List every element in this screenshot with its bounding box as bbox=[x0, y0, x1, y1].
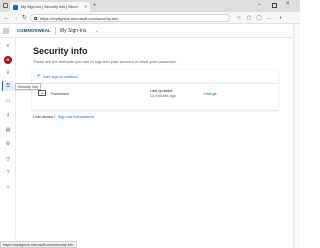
status-bar-url: https://mysignins.microsoft.com/security… bbox=[0, 241, 77, 248]
lost-device-question: Lost device? bbox=[33, 114, 56, 119]
menu-icon[interactable]: ≡ bbox=[5, 43, 11, 49]
help-icon[interactable]: ? bbox=[5, 170, 11, 176]
window-close-icon[interactable]: × bbox=[286, 1, 290, 7]
app-name[interactable]: My Sign-Ins bbox=[60, 28, 86, 34]
profile-icon[interactable]: ◯ bbox=[256, 15, 262, 21]
card-divider bbox=[32, 83, 278, 84]
header-divider bbox=[55, 27, 56, 35]
add-method-label: Add sign-in method bbox=[43, 74, 78, 80]
feedback-icon[interactable]: ☺ bbox=[5, 184, 11, 190]
tab-close-icon[interactable]: × bbox=[84, 4, 87, 10]
maximize-icon[interactable] bbox=[272, 3, 277, 8]
organizations-icon[interactable]: ▤ bbox=[5, 127, 11, 133]
app-launcher-icon[interactable] bbox=[3, 28, 9, 34]
recent-activity-icon[interactable]: ◷ bbox=[5, 156, 11, 162]
plus-icon: + bbox=[37, 73, 41, 79]
scrollbar[interactable] bbox=[293, 24, 300, 248]
tab-actions-icon[interactable] bbox=[3, 3, 8, 8]
forward-icon[interactable]: → bbox=[13, 14, 19, 22]
page-title: Security info bbox=[33, 46, 88, 56]
page-subtitle: These are the methods you use to sign in… bbox=[33, 59, 177, 64]
favicon-icon bbox=[13, 4, 18, 10]
address-bar[interactable]: https://mysignins.microsoft.com/security… bbox=[30, 14, 230, 22]
minimize-icon[interactable]: – bbox=[258, 2, 261, 8]
new-tab-button[interactable]: + bbox=[93, 3, 97, 9]
address-url: https://mysignins.microsoft.com/security… bbox=[40, 15, 119, 21]
overview-icon[interactable]: ⚲ bbox=[5, 70, 11, 76]
last-updated-value: 14 minutes ago bbox=[150, 94, 176, 98]
edge-icon[interactable]: ◐ bbox=[278, 15, 284, 21]
change-password-link[interactable]: Change bbox=[203, 91, 217, 96]
chevron-down-icon[interactable]: ⌄ bbox=[95, 28, 98, 33]
refresh-icon[interactable]: ↻ bbox=[22, 14, 27, 22]
favorites-icon[interactable]: ☆ bbox=[236, 15, 242, 21]
lock-icon bbox=[34, 16, 37, 20]
rail-tooltip: Security info bbox=[15, 83, 41, 90]
lost-device-line: Lost device? Sign out everywhere bbox=[33, 114, 94, 119]
back-icon[interactable]: ← bbox=[4, 14, 10, 22]
security-info-icon[interactable]: ⚿ bbox=[5, 83, 11, 89]
sign-out-everywhere-link[interactable]: Sign out everywhere bbox=[58, 114, 94, 119]
left-rail: ≡ R ⚲ ⚿ ▭ ⚷ ▤ ⚙ ◷ ? ☺ bbox=[0, 38, 16, 238]
last-updated-label: Last updated: bbox=[150, 89, 174, 93]
collections-icon[interactable]: ▢ bbox=[246, 15, 252, 21]
methods-card: + Add sign-in method ••• Password Last u… bbox=[32, 70, 278, 110]
settings-privacy-icon[interactable]: ⚙ bbox=[5, 141, 11, 147]
brand-logo: COMMONWEAL bbox=[17, 28, 51, 33]
password-method-icon: ••• bbox=[38, 90, 46, 96]
tab-title: My Sign-Ins | Security Info | Micro bbox=[21, 5, 78, 9]
more-icon[interactable]: … bbox=[266, 15, 272, 21]
method-row: ••• Password Last updated: 14 minutes ag… bbox=[32, 85, 278, 105]
browser-tab[interactable]: My Sign-Ins | Security Info | Micro × bbox=[10, 2, 90, 12]
app-header: COMMONWEAL My Sign-Ins ⌄ bbox=[0, 24, 300, 38]
password-icon[interactable]: ⚷ bbox=[5, 112, 11, 118]
devices-icon[interactable]: ▭ bbox=[5, 98, 11, 104]
add-method-button[interactable]: + Add sign-in method bbox=[37, 73, 78, 80]
avatar[interactable]: R bbox=[4, 56, 12, 64]
browser-toolbar: ← → ↻ https://mysignins.microsoft.com/se… bbox=[0, 12, 300, 24]
browser-tab-bar: My Sign-Ins | Security Info | Micro × + … bbox=[0, 0, 300, 12]
method-name: Password bbox=[51, 91, 69, 96]
